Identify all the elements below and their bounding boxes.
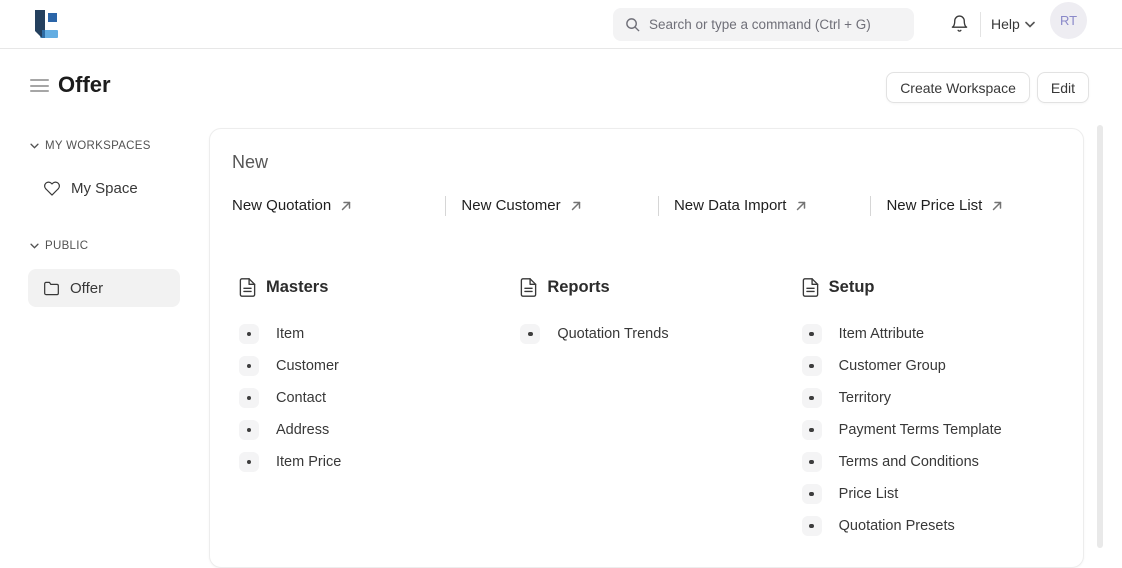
avatar[interactable]: RT [1050, 2, 1087, 39]
link-item-quotation-presets[interactable]: Quotation Presets [802, 510, 1083, 542]
notifications-button[interactable] [943, 8, 975, 40]
new-section-title: New [232, 149, 1083, 175]
page-header: Offer Create Workspace Edit [0, 49, 1122, 119]
column-title: Reports [547, 278, 609, 297]
column-setup: Setup Item Attribute Customer Group Terr… [802, 278, 1083, 542]
create-workspace-button[interactable]: Create Workspace [886, 72, 1030, 103]
help-label: Help [991, 16, 1020, 32]
heart-icon [43, 180, 61, 197]
help-menu[interactable]: Help [991, 8, 1035, 40]
shortcuts-row: New Quotation New Customer New Data Impo… [232, 196, 1083, 216]
column-masters: Masters Item Customer Contact Address [239, 278, 520, 542]
bell-icon [950, 14, 969, 34]
link-item-item-attribute[interactable]: Item Attribute [802, 318, 1083, 350]
shortcut-label: New Data Import [674, 196, 787, 216]
section-label-text: MY WORKSPACES [45, 140, 151, 152]
shortcut-label: New Customer [461, 196, 560, 216]
arrow-up-right-icon [570, 200, 582, 212]
document-icon [520, 278, 537, 297]
workspace-card: New New Quotation New Customer New Data … [209, 128, 1084, 568]
sidebar-section-public[interactable]: PUBLIC [30, 240, 88, 252]
bullet-icon [802, 388, 822, 408]
edit-button[interactable]: Edit [1037, 72, 1089, 103]
bullet-icon [239, 452, 259, 472]
global-search[interactable] [613, 8, 914, 41]
avatar-initials: RT [1060, 13, 1077, 28]
folder-icon [43, 281, 60, 296]
arrow-up-right-icon [795, 200, 807, 212]
search-icon [625, 17, 640, 32]
link-item-payment-terms-template[interactable]: Payment Terms Template [802, 414, 1083, 446]
column-header: Setup [802, 278, 1083, 297]
link-item-customer[interactable]: Customer [239, 350, 520, 382]
shortcut-new-quotation[interactable]: New Quotation [232, 196, 445, 216]
top-navbar: Help RT [0, 0, 1122, 49]
section-label-text: PUBLIC [45, 240, 88, 252]
page-title: Offer [58, 72, 111, 98]
search-input[interactable] [649, 17, 902, 32]
sidebar-toggle-icon[interactable] [30, 79, 49, 92]
bullet-icon [802, 516, 822, 536]
bullet-icon [802, 484, 822, 504]
column-header: Reports [520, 278, 801, 297]
shortcut-new-customer[interactable]: New Customer [445, 196, 658, 216]
link-item-quotation-trends[interactable]: Quotation Trends [520, 318, 801, 350]
bullet-icon [802, 452, 822, 472]
bullet-icon [239, 356, 259, 376]
bullet-icon [520, 324, 540, 344]
link-item-customer-group[interactable]: Customer Group [802, 350, 1083, 382]
arrow-up-right-icon [340, 200, 352, 212]
shortcut-new-price-list[interactable]: New Price List [870, 196, 1083, 216]
sidebar-section-my-workspaces[interactable]: MY WORKSPACES [30, 140, 151, 152]
link-item-price-list[interactable]: Price List [802, 478, 1083, 510]
app-logo-icon[interactable] [31, 9, 61, 39]
chevron-down-icon [30, 243, 39, 249]
sidebar-item-label: My Space [71, 180, 138, 197]
arrow-up-right-icon [991, 200, 1003, 212]
link-item-item-price[interactable]: Item Price [239, 446, 520, 478]
shortcut-new-data-import[interactable]: New Data Import [658, 196, 871, 216]
bullet-icon [239, 388, 259, 408]
navbar-divider [980, 12, 981, 37]
sidebar: MY WORKSPACES My Space PUBLIC Offer [0, 119, 209, 548]
chevron-down-icon [1025, 21, 1035, 28]
link-item-contact[interactable]: Contact [239, 382, 520, 414]
link-item-address[interactable]: Address [239, 414, 520, 446]
column-title: Setup [829, 278, 875, 297]
bullet-icon [239, 420, 259, 440]
shortcut-label: New Price List [886, 196, 982, 216]
bullet-icon [802, 356, 822, 376]
bullet-icon [802, 420, 822, 440]
link-item-territory[interactable]: Territory [802, 382, 1083, 414]
sidebar-item-offer[interactable]: Offer [28, 269, 180, 307]
link-item-item[interactable]: Item [239, 318, 520, 350]
document-icon [239, 278, 256, 297]
link-columns: Masters Item Customer Contact Address [239, 278, 1083, 542]
link-item-terms-and-conditions[interactable]: Terms and Conditions [802, 446, 1083, 478]
document-icon [802, 278, 819, 297]
column-header: Masters [239, 278, 520, 297]
column-title: Masters [266, 278, 328, 297]
shortcut-label: New Quotation [232, 196, 331, 216]
column-reports: Reports Quotation Trends [520, 278, 801, 542]
chevron-down-icon [30, 143, 39, 149]
sidebar-item-label: Offer [70, 280, 103, 297]
bullet-icon [239, 324, 259, 344]
bullet-icon [802, 324, 822, 344]
sidebar-item-my-space[interactable]: My Space [28, 169, 180, 207]
vertical-scrollbar[interactable] [1097, 125, 1103, 548]
